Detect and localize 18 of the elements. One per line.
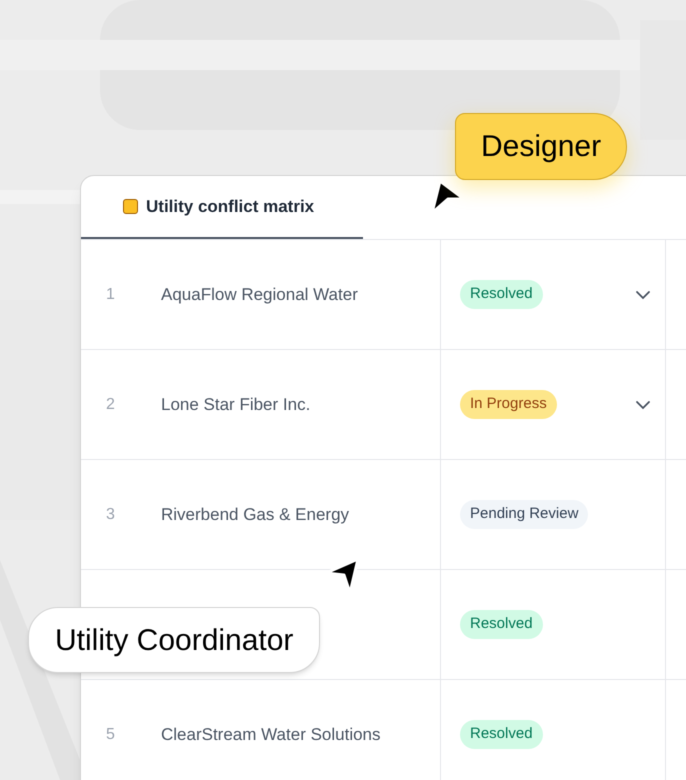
chevron-down-icon[interactable] bbox=[635, 400, 651, 410]
row-number: 5 bbox=[106, 726, 115, 742]
tab[interactable]: Utility conflict matrix bbox=[81, 176, 363, 239]
status-badge: Resolved bbox=[460, 280, 543, 309]
table-cell-text: Riverbend Gas & Energy bbox=[161, 504, 350, 526]
chevron-down-icon[interactable] bbox=[635, 290, 651, 300]
cursor-label: Utility Coordinator bbox=[28, 607, 320, 673]
cursor-label: Designer bbox=[455, 113, 628, 180]
status-badge: Resolved bbox=[460, 720, 543, 749]
table-cell-text: AquaFlow Regional Water bbox=[161, 284, 358, 306]
table-cell-text: Lone Star Fiber Inc. bbox=[161, 394, 310, 416]
status-badge: Pending Review bbox=[460, 500, 588, 529]
row-number: 2 bbox=[106, 396, 115, 412]
status-badge: Resolved bbox=[460, 610, 543, 639]
status-badge: In Progress bbox=[460, 390, 557, 419]
table-cell-text: ClearStream Water Solutions bbox=[161, 724, 381, 746]
row-number: 3 bbox=[106, 506, 115, 522]
row-number: 1 bbox=[106, 286, 115, 302]
